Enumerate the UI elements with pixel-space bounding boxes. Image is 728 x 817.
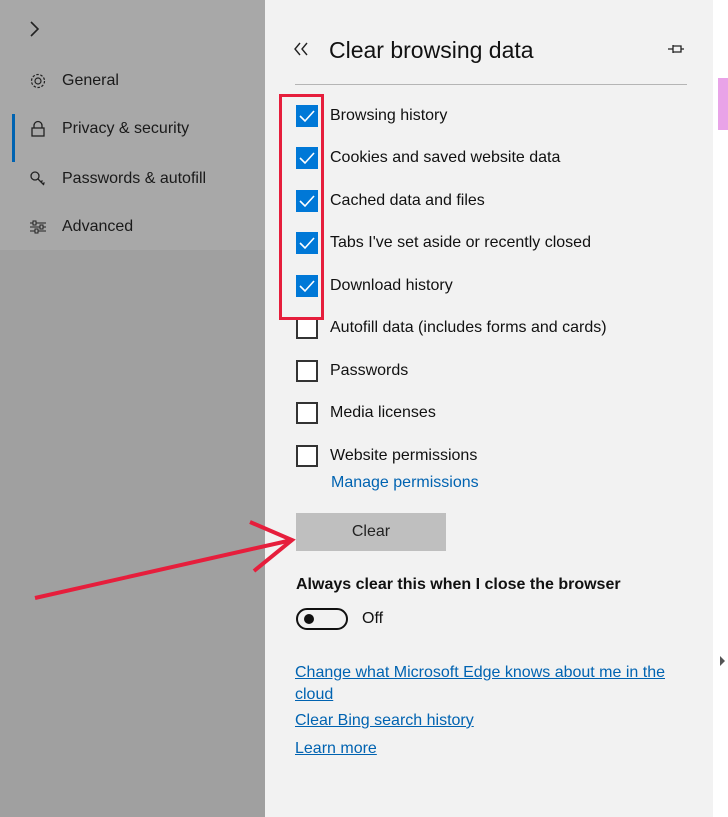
always-clear-toggle-row: Off: [296, 608, 383, 630]
toggle-knob: [304, 614, 314, 624]
option-cookies[interactable]: Cookies and saved website data: [296, 145, 560, 171]
panel-header: Clear browsing data: [293, 32, 693, 68]
option-label: Cached data and files: [330, 192, 485, 209]
checkbox[interactable]: [296, 402, 318, 424]
option-label: Autofill data (includes forms and cards): [330, 319, 607, 336]
pin-icon: [668, 44, 684, 53]
gear-icon: [26, 72, 50, 90]
expand-nav-button[interactable]: [28, 20, 42, 44]
collapse-panel-button[interactable]: [293, 39, 329, 62]
sidebar-item-advanced[interactable]: Advanced: [0, 206, 265, 248]
checkbox[interactable]: [296, 317, 318, 339]
change-edge-knows-link[interactable]: Change what Microsoft Edge knows about m…: [295, 662, 690, 706]
sidebar-item-label: Privacy & security: [62, 120, 190, 137]
clear-bing-history-link[interactable]: Clear Bing search history: [295, 710, 474, 732]
learn-more-link[interactable]: Learn more: [295, 738, 377, 760]
option-autofill-data[interactable]: Autofill data (includes forms and cards): [296, 315, 607, 341]
edge-settings-screenshot: General Privacy & security Passwords & a…: [0, 0, 728, 817]
checkbox[interactable]: [296, 445, 318, 467]
page-accent-bar: [718, 78, 728, 130]
annotation-highlight-box: [279, 94, 324, 320]
lock-icon: [26, 120, 50, 138]
sidebar-item-label: Passwords & autofill: [62, 170, 207, 187]
always-clear-label: Always clear this when I close the brows…: [296, 576, 621, 593]
scroll-marker-icon: [720, 656, 725, 666]
double-chevron-left-icon: [294, 42, 308, 55]
sliders-icon: [26, 218, 50, 236]
sidebar-item-privacy[interactable]: Privacy & security: [0, 108, 265, 162]
option-tabs-set-aside[interactable]: Tabs I've set aside or recently closed: [296, 230, 591, 256]
checkbox[interactable]: [296, 360, 318, 382]
manage-permissions-link[interactable]: Manage permissions: [331, 474, 479, 492]
option-website-permissions[interactable]: Website permissions: [296, 443, 477, 469]
option-label: Tabs I've set aside or recently closed: [330, 234, 591, 251]
option-label: Browsing history: [330, 107, 448, 124]
toggle-state-label: Off: [362, 610, 384, 627]
option-media-licenses[interactable]: Media licenses: [296, 400, 436, 426]
option-label: Media licenses: [330, 404, 436, 421]
settings-nav: General Privacy & security Passwords & a…: [0, 0, 265, 817]
always-clear-toggle[interactable]: [296, 608, 348, 630]
option-label: Download history: [330, 277, 453, 294]
chevron-right-icon: [30, 21, 40, 37]
option-label: Cookies and saved website data: [330, 149, 561, 166]
sidebar-item-general[interactable]: General: [0, 60, 265, 102]
page-title: Clear browsing data: [329, 36, 534, 63]
option-label: Passwords: [330, 362, 409, 379]
option-cached-data[interactable]: Cached data and files: [296, 188, 485, 214]
sidebar-item-label: Advanced: [62, 218, 134, 235]
pin-button[interactable]: [667, 42, 685, 59]
sidebar-item-passwords[interactable]: Passwords & autofill: [0, 158, 265, 200]
sidebar-item-label: General: [62, 72, 119, 89]
clear-browsing-data-panel: Clear browsing data Browsing history Coo…: [265, 0, 713, 817]
option-passwords[interactable]: Passwords: [296, 358, 408, 384]
key-icon: [26, 170, 50, 188]
header-divider: [295, 84, 687, 85]
clear-button[interactable]: Clear: [296, 513, 446, 551]
option-label: Website permissions: [330, 447, 478, 464]
